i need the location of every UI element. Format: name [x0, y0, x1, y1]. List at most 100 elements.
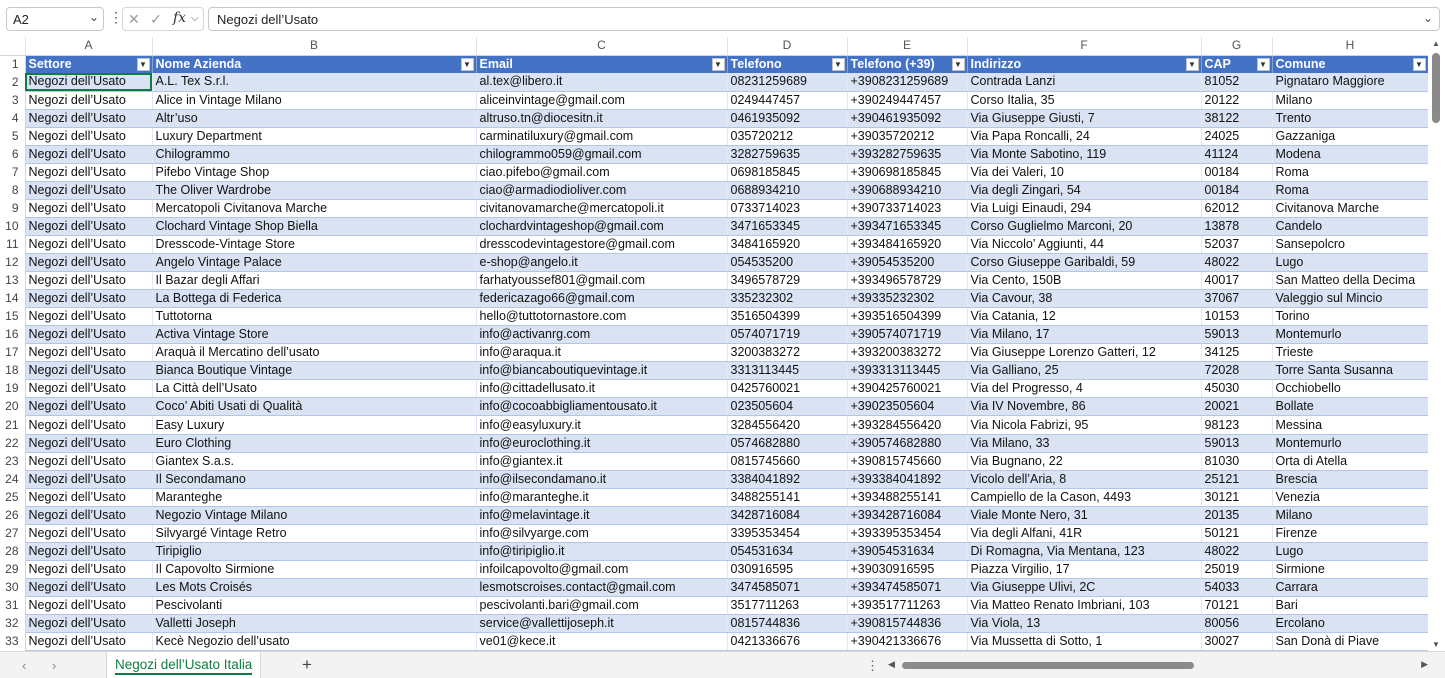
table-cell[interactable]: info@tiripiglio.it — [476, 542, 728, 561]
table-cell[interactable]: info@araqua.it — [476, 343, 728, 363]
table-header-cell[interactable]: Telefono ▼ — [727, 55, 848, 74]
table-cell[interactable]: +393384041892 — [847, 470, 968, 489]
row-number[interactable]: 7 — [0, 163, 26, 182]
table-cell[interactable]: +390421336676 — [847, 632, 968, 652]
table-cell[interactable]: Mercatopoli Civitanova Marche — [152, 199, 477, 218]
filter-dropdown-icon[interactable]: ▼ — [136, 57, 150, 71]
table-cell[interactable]: 023505604 — [727, 397, 848, 417]
table-header-cell[interactable]: Settore ▼ — [25, 55, 153, 74]
column-letter[interactable]: F — [967, 37, 1202, 56]
row-number[interactable]: 16 — [0, 325, 26, 344]
table-cell[interactable]: info@melavintage.it — [476, 506, 728, 525]
table-cell[interactable]: Negozi dell’Usato — [25, 217, 153, 237]
table-cell[interactable]: Brescia — [1272, 470, 1429, 489]
table-cell[interactable]: Araquà il Mercatino dell’usato — [152, 343, 477, 363]
table-cell[interactable]: Sansepolcro — [1272, 235, 1429, 255]
row-number[interactable]: 4 — [0, 109, 26, 128]
table-cell[interactable]: civitanovamarche@mercatopoli.it — [476, 199, 728, 218]
table-cell[interactable]: +3908231259689 — [847, 73, 968, 92]
table-cell[interactable]: info@maranteghe.it — [476, 488, 728, 507]
table-cell[interactable]: Activa Vintage Store — [152, 325, 477, 345]
table-cell[interactable]: 40017 — [1201, 271, 1273, 291]
table-cell[interactable]: 59013 — [1201, 434, 1273, 453]
table-cell[interactable]: Negozi dell’Usato — [25, 181, 153, 200]
table-cell[interactable]: Negozi dell’Usato — [25, 343, 153, 363]
table-cell[interactable]: aliceinvintage@gmail.com — [476, 91, 728, 110]
table-cell[interactable]: Altr’uso — [152, 109, 477, 128]
table-cell[interactable]: pescivolanti.bari@gmail.com — [476, 596, 728, 616]
table-cell[interactable]: +393395353454 — [847, 524, 968, 543]
column-letter[interactable]: C — [476, 37, 728, 56]
table-cell[interactable]: Negozi dell’Usato — [25, 127, 153, 146]
row-number[interactable]: 31 — [0, 596, 26, 615]
table-cell[interactable]: 3282759635 — [727, 145, 848, 164]
column-letter[interactable]: A — [25, 37, 153, 56]
table-cell[interactable]: Via Galliano, 25 — [967, 361, 1202, 381]
table-cell[interactable]: Lugo — [1272, 253, 1429, 273]
table-cell[interactable]: Via Giuseppe Ulivi, 2C — [967, 578, 1202, 597]
chevron-down-icon[interactable]: ⌵ — [191, 13, 199, 24]
table-cell[interactable]: 3517711263 — [727, 596, 848, 616]
row-number[interactable]: 33 — [0, 632, 26, 651]
table-cell[interactable]: Venezia — [1272, 488, 1429, 507]
table-cell[interactable]: al.tex@libero.it — [476, 73, 728, 92]
table-cell[interactable]: Negozi dell’Usato — [25, 578, 153, 597]
table-cell[interactable]: 70121 — [1201, 596, 1273, 616]
table-cell[interactable]: 25121 — [1201, 470, 1273, 489]
row-number[interactable]: 24 — [0, 470, 26, 489]
table-cell[interactable]: Negozi dell’Usato — [25, 632, 153, 652]
table-cell[interactable]: 34125 — [1201, 343, 1273, 363]
table-cell[interactable]: Roma — [1272, 181, 1429, 200]
table-cell[interactable]: Via Luigi Einaudi, 294 — [967, 199, 1202, 218]
table-cell[interactable]: La Bottega di Federica — [152, 289, 477, 309]
table-cell[interactable]: +390461935092 — [847, 109, 968, 128]
table-cell[interactable]: +39035720212 — [847, 127, 968, 146]
table-cell[interactable]: Negozi dell’Usato — [25, 109, 153, 128]
table-cell[interactable]: 0815745660 — [727, 452, 848, 471]
table-cell[interactable]: Lugo — [1272, 542, 1429, 561]
vertical-scrollbar[interactable]: ▲ ▼ — [1428, 37, 1445, 651]
table-cell[interactable]: Negozi dell’Usato — [25, 596, 153, 616]
table-header-cell[interactable]: CAP ▼ — [1201, 55, 1273, 74]
table-cell[interactable]: +39335232302 — [847, 289, 968, 309]
table-cell[interactable]: +393284556420 — [847, 415, 968, 435]
row-number[interactable]: 5 — [0, 127, 26, 146]
table-cell[interactable]: 054531634 — [727, 542, 848, 561]
table-cell[interactable]: Negozi dell’Usato — [25, 415, 153, 435]
table-cell[interactable]: 20021 — [1201, 397, 1273, 417]
table-cell[interactable]: 0574682880 — [727, 434, 848, 453]
table-cell[interactable]: info@giantex.it — [476, 452, 728, 471]
table-cell[interactable]: clochardvintageshop@gmail.com — [476, 217, 728, 237]
table-cell[interactable]: Roma — [1272, 163, 1429, 182]
table-cell[interactable]: Via Catania, 12 — [967, 307, 1202, 327]
table-cell[interactable]: 48022 — [1201, 542, 1273, 561]
check-icon[interactable]: ✓ — [150, 11, 162, 28]
table-cell[interactable]: Via dei Valeri, 10 — [967, 163, 1202, 182]
row-number[interactable]: 32 — [0, 614, 26, 633]
table-cell[interactable]: Negozi dell’Usato — [25, 253, 153, 273]
table-cell[interactable]: 72028 — [1201, 361, 1273, 381]
table-cell[interactable]: Sirmione — [1272, 560, 1429, 579]
table-cell[interactable]: Negozi dell’Usato — [25, 91, 153, 110]
table-cell[interactable]: +393488255141 — [847, 488, 968, 507]
table-cell[interactable]: Via Milano, 33 — [967, 434, 1202, 453]
row-number[interactable]: 11 — [0, 235, 26, 254]
table-cell[interactable]: Dresscode-Vintage Store — [152, 235, 477, 255]
table-cell[interactable]: 035720212 — [727, 127, 848, 146]
table-cell[interactable]: Giantex S.a.s. — [152, 452, 477, 471]
table-cell[interactable]: +393474585071 — [847, 578, 968, 597]
table-cell[interactable]: Via Cavour, 38 — [967, 289, 1202, 309]
table-cell[interactable]: Negozio Vintage Milano — [152, 506, 477, 525]
table-cell[interactable]: Via Giuseppe Lorenzo Gatteri, 12 — [967, 343, 1202, 363]
table-cell[interactable]: Clochard Vintage Shop Biella — [152, 217, 477, 237]
table-cell[interactable]: Contrada Lanzi — [967, 73, 1202, 92]
table-cell[interactable]: +393471653345 — [847, 217, 968, 237]
table-cell[interactable]: 054535200 — [727, 253, 848, 273]
table-cell[interactable]: 0574071719 — [727, 325, 848, 345]
table-cell[interactable]: Via Viola, 13 — [967, 614, 1202, 634]
table-cell[interactable]: Trieste — [1272, 343, 1429, 363]
table-cell[interactable]: 3395353454 — [727, 524, 848, 543]
row-number[interactable]: 10 — [0, 217, 26, 236]
table-cell[interactable]: 54033 — [1201, 578, 1273, 597]
filter-dropdown-icon[interactable]: ▼ — [1412, 57, 1426, 71]
